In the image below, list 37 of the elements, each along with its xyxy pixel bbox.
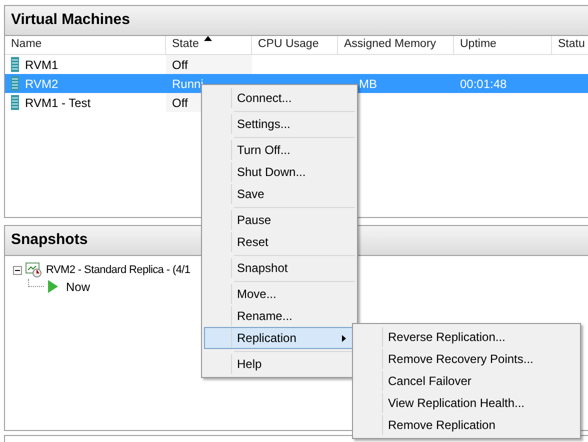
play-icon [48, 280, 58, 293]
menu-item[interactable]: Cancel Failover [355, 370, 578, 392]
table-cell-text: RVM1 - Test [24, 94, 92, 112]
expander-icon[interactable] [13, 266, 22, 274]
server-icon [11, 76, 19, 91]
column-header[interactable]: Statu [552, 36, 588, 54]
menu-item[interactable]: Help [204, 353, 355, 375]
server-icon [11, 95, 19, 110]
menu-item[interactable]: Remove Recovery Points... [355, 348, 578, 370]
menu-item[interactable]: Reverse Replication... [355, 326, 578, 348]
panel-title: Virtual Machines [11, 10, 130, 30]
menu-item[interactable]: Shut Down... [204, 161, 355, 183]
menu-item[interactable]: Move... [204, 283, 355, 305]
menu-item[interactable]: Pause [204, 209, 355, 231]
menu-item[interactable]: Save [204, 183, 355, 205]
table-cell-text: RVM1 [24, 56, 60, 74]
column-header[interactable]: CPU Usage [252, 36, 338, 54]
menu-item[interactable]: Turn Off... [204, 139, 355, 161]
column-header[interactable]: Name [5, 36, 166, 54]
menu-item[interactable]: Reset [204, 231, 355, 253]
tree-item[interactable]: Now [66, 278, 90, 296]
tree-item[interactable]: RVM2 - Standard Replica - (4/1 [46, 262, 190, 278]
submenu-arrow-icon [342, 334, 346, 342]
menu-item[interactable]: Replication [204, 327, 355, 349]
column-header[interactable]: Assigned Memory [338, 36, 454, 54]
column-header[interactable]: Uptime [454, 36, 552, 54]
panel-title: Snapshots [11, 230, 88, 250]
menu-item[interactable]: Rename... [204, 305, 355, 327]
column-header[interactable]: State [166, 36, 252, 54]
table-cell-text: Off [171, 94, 188, 112]
snapshot-icon [25, 262, 43, 278]
menu-item[interactable]: Remove Replication [355, 414, 578, 436]
server-icon [11, 57, 19, 72]
menu-item[interactable]: Settings... [204, 113, 355, 135]
menu-item[interactable]: Snapshot [204, 257, 355, 279]
table-cell-text: Off [171, 56, 188, 74]
menu-item[interactable]: View Replication Health... [355, 392, 578, 414]
